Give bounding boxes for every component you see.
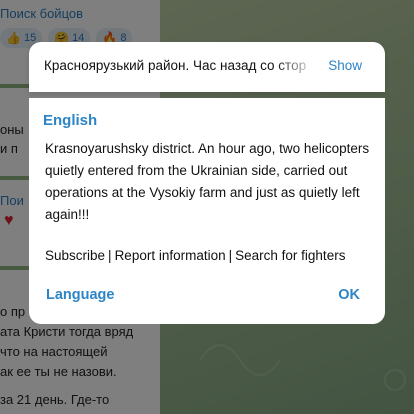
- link-separator: |: [108, 248, 112, 263]
- target-language-title: English: [43, 112, 98, 129]
- report-information-link: Report information: [114, 248, 226, 263]
- language-button[interactable]: Language: [46, 287, 114, 303]
- screen: Поиск бойцов 👍 15 🤗 14 🔥 8 оны и п Пои ♥…: [0, 0, 414, 414]
- translated-footer-links: Subscribe | Report information | Search for …: [45, 248, 345, 263]
- translated-text: Krasnoyarushsky district. An hour ago, t…: [45, 141, 370, 222]
- original-text: Красноярузький район. Час назад со сторо…: [44, 58, 306, 73]
- subscribe-link: Subscribe: [45, 248, 106, 263]
- original-text-banner: Красноярузький район. Час назад со сторо…: [29, 42, 385, 92]
- text-fade: [275, 52, 317, 82]
- translation-dialog: English Krasnoyarushsky district. An hou…: [29, 98, 385, 324]
- show-original-button[interactable]: Show: [328, 58, 362, 73]
- ok-button[interactable]: OK: [338, 287, 360, 303]
- link-separator: |: [228, 248, 233, 263]
- search-fighters-text: Search for fighters: [235, 248, 346, 263]
